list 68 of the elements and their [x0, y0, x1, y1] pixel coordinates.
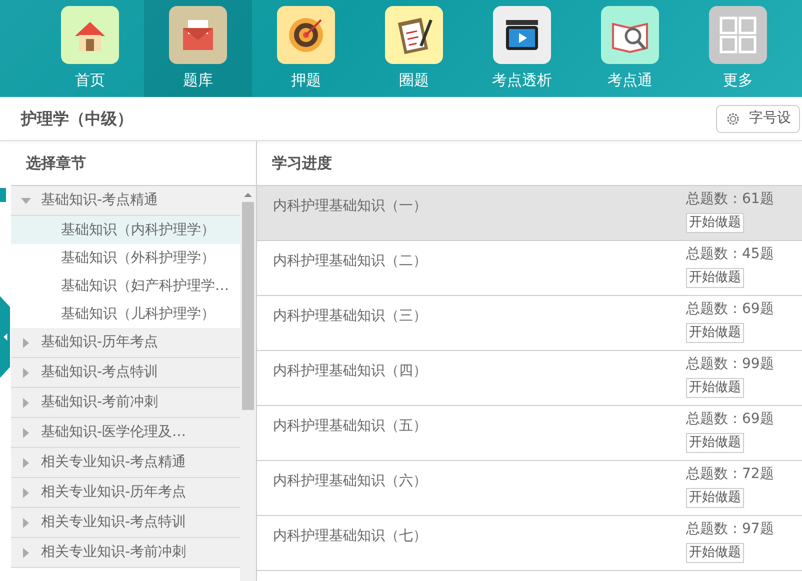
section-heading: 选择章节 [26, 152, 86, 174]
chapter-group[interactable]: 相关专业知识-考前冲刺 [11, 538, 240, 568]
question-count: 总题数：99题 [686, 355, 775, 374]
book-search-icon [601, 6, 659, 64]
lesson-title: 内科护理基础知识（六） [273, 472, 427, 491]
home-icon [61, 6, 119, 64]
lesson-row[interactable]: 内科护理基础知识（二） 总题数：45题 开始做题 [257, 241, 802, 296]
nav-tab[interactable]: 题库 [144, 0, 252, 97]
page-title: 护理学（中级） [21, 108, 133, 130]
nav-tab[interactable]: 考点通 [576, 0, 684, 97]
lesson-title: 内科护理基础知识（二） [273, 252, 427, 271]
scrollbar[interactable] [240, 186, 256, 581]
video-icon [493, 6, 551, 64]
caret-icon [21, 196, 31, 206]
question-count: 总题数：72题 [686, 465, 775, 484]
lesson-title: 内科护理基础知识（五） [273, 417, 427, 436]
start-button[interactable]: 开始做题 [686, 378, 744, 398]
lesson-row[interactable]: 内科护理基础知识（五） 总题数：69题 开始做题 [257, 406, 802, 461]
caret-icon [21, 338, 31, 348]
envelope-icon [169, 6, 227, 64]
question-count: 总题数：61题 [686, 190, 775, 209]
chapter-group[interactable]: 基础知识-考点精通 [11, 186, 240, 216]
grid-icon [709, 6, 767, 64]
nav-tab[interactable]: 首页 [36, 0, 144, 97]
caret-icon [21, 428, 31, 438]
lesson-row[interactable]: 内科护理基础知识（四） 总题数：99题 开始做题 [257, 351, 802, 406]
start-button[interactable]: 开始做题 [686, 268, 744, 288]
nav-tab[interactable]: 圈题 [360, 0, 468, 97]
chapter-group[interactable]: 相关专业知识-历年考点 [11, 478, 240, 508]
font-size-button[interactable]: 字号设 [716, 104, 800, 132]
clipboard-icon [385, 6, 443, 64]
lesson-title: 内科护理基础知识（三） [273, 307, 427, 326]
chapter-group[interactable]: 基础知识-考点特训 [11, 358, 240, 388]
caret-icon [21, 368, 31, 378]
nav-tab[interactable]: 押题 [252, 0, 360, 97]
chapter-group[interactable]: 相关专业知识-考点特训 [11, 508, 240, 538]
target-icon [277, 6, 335, 64]
start-button[interactable]: 开始做题 [686, 213, 744, 233]
settings-icon [725, 110, 741, 126]
question-count: 总题数：69题 [686, 300, 775, 319]
nav-tab[interactable]: 考点透析 [468, 0, 576, 97]
lesson-title: 内科护理基础知识（一） [273, 197, 427, 216]
question-count: 总题数：69题 [686, 410, 775, 429]
lesson-row[interactable]: 内科护理基础知识（一） 总题数：61题 开始做题 [257, 186, 802, 241]
caret-icon [21, 518, 31, 528]
section-heading: 学习进度 [272, 152, 332, 174]
caret-icon [21, 488, 31, 498]
scroll-thumb[interactable] [242, 202, 254, 410]
caret-icon [21, 548, 31, 558]
lesson-title: 内科护理基础知识（七） [273, 527, 427, 546]
start-button[interactable]: 开始做题 [686, 433, 744, 453]
start-button[interactable]: 开始做题 [686, 488, 744, 508]
chapter-group[interactable]: 相关专业知识-考点精通 [11, 448, 240, 478]
chapter-item[interactable]: 基础知识（内科护理学） [11, 216, 240, 244]
start-button[interactable]: 开始做题 [686, 543, 744, 563]
caret-icon [21, 458, 31, 468]
lesson-title: 内科护理基础知识（四） [273, 362, 427, 381]
question-count: 总题数：97题 [686, 520, 775, 539]
edge-marker [0, 188, 6, 202]
lesson-row[interactable]: 内科护理基础知识（六） 总题数：72题 开始做题 [257, 461, 802, 516]
lesson-row[interactable]: 内科护理基础知识（七） 总题数：97题 开始做题 [257, 516, 802, 571]
chapter-group[interactable]: 基础知识-历年考点 [11, 328, 240, 358]
chapter-group[interactable]: 基础知识-考前冲刺 [11, 388, 240, 418]
lesson-row[interactable]: 内科护理基础知识（三） 总题数：69题 开始做题 [257, 296, 802, 351]
caret-icon [21, 398, 31, 408]
question-count: 总题数：45题 [686, 245, 775, 264]
start-button[interactable]: 开始做题 [686, 323, 744, 343]
chapter-group[interactable]: 基础知识-医学伦理及… [11, 418, 240, 448]
